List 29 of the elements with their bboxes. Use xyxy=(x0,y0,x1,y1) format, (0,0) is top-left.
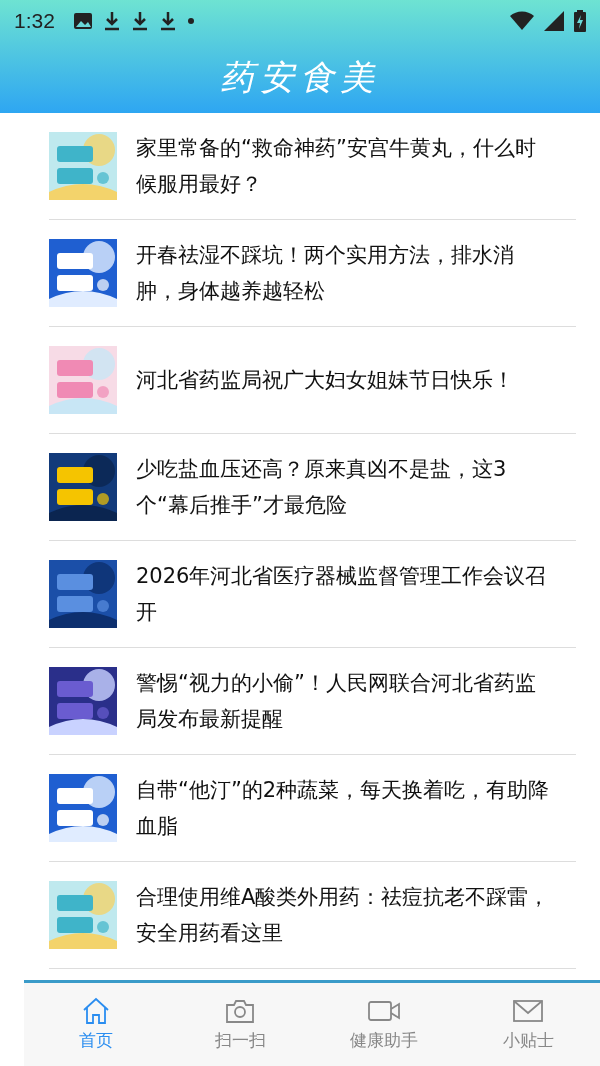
signal-icon xyxy=(544,11,564,31)
app-logo: 药安食美 xyxy=(220,55,380,99)
article-title: 2026年河北省医疗器械监督管理工作会议召开 xyxy=(136,563,548,626)
article-title: 警惕“视力的小偷”！人民网联合河北省药监局发布最新提醒 xyxy=(136,670,537,733)
camera-icon xyxy=(225,997,255,1025)
wifi-icon xyxy=(510,11,534,31)
article-item[interactable]: 少吃盐血压还高？原来真凶不是盐，这3个“幕后推手”才最危险 xyxy=(49,434,576,541)
article-item[interactable]: 自带“他汀”的2种蔬菜，每天换着吃，有助降血脂 xyxy=(49,755,576,862)
article-title: 合理使用维A酸类外用药：祛痘抗老不踩雷，安全用药看这里 xyxy=(136,884,551,947)
status-time: 1:32 xyxy=(14,9,55,33)
article-title: 开春祛湿不踩坑！两个实用方法，排水消肿，身体越养越轻松 xyxy=(136,242,515,305)
home-icon xyxy=(81,997,111,1025)
article-item[interactable]: 合理使用维A酸类外用药：祛痘抗老不踩雷，安全用药看这里 xyxy=(49,862,576,969)
battery-icon xyxy=(574,10,586,32)
article-title: 自带“他汀”的2种蔬菜，每天换着吃，有助降血脂 xyxy=(136,777,551,840)
article-title: 少吃盐血压还高？原来真凶不是盐，这3个“幕后推手”才最危险 xyxy=(136,456,508,519)
article-item[interactable]: 家里常备的“救命神药”安宫牛黄丸，什么时候服用最好？ xyxy=(49,113,576,220)
dot-icon xyxy=(186,17,195,25)
download-icon xyxy=(102,11,121,31)
article-item[interactable]: 2026年河北省医疗器械监督管理工作会议召开 xyxy=(49,541,576,648)
download-icon xyxy=(158,11,177,31)
image-icon xyxy=(72,12,93,30)
article-item[interactable]: 警惕“视力的小偷”！人民网联合河北省药监局发布最新提醒 xyxy=(49,648,576,755)
article-item[interactable]: 开春祛湿不踩坑！两个实用方法，排水消肿，身体越养越轻松 xyxy=(49,220,576,327)
mail-icon xyxy=(512,997,544,1025)
article-item[interactable]: 河北省药监局祝广大妇女姐妹节日快乐！ xyxy=(49,327,576,434)
download-icon xyxy=(130,11,149,31)
article-title: 河北省药监局祝广大妇女姐妹节日快乐！ xyxy=(136,367,514,394)
article-title: 家里常备的“救命神药”安宫牛黄丸，什么时候服用最好？ xyxy=(136,135,537,198)
